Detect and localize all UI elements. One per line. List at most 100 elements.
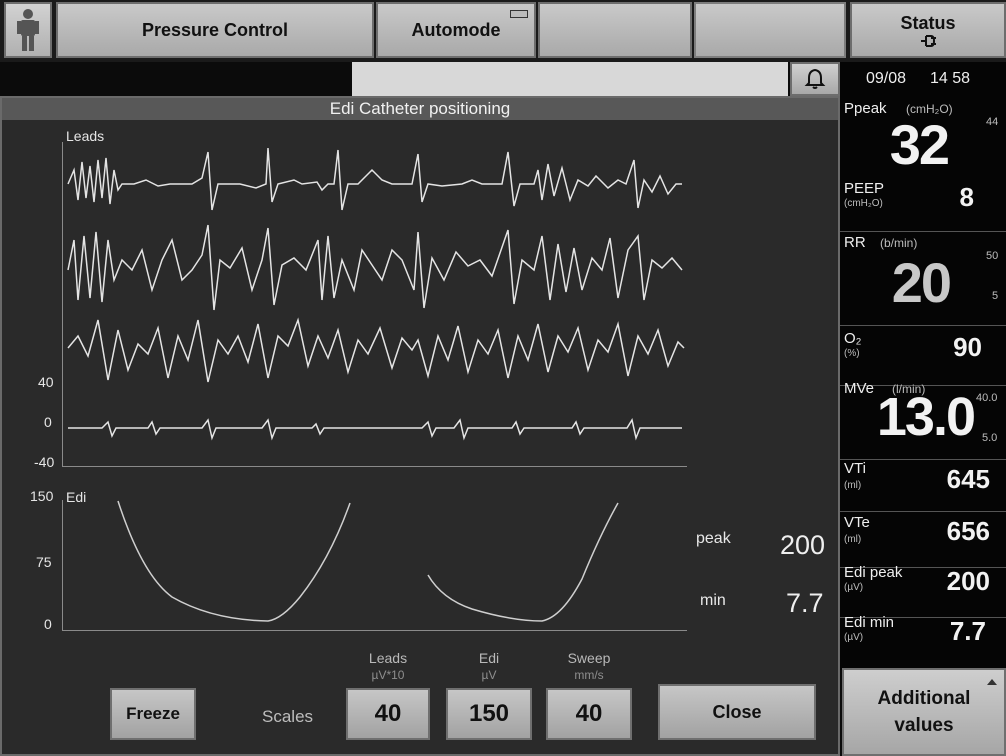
freeze-label: Freeze (126, 704, 180, 723)
side-edi-min-value: 7.7 (949, 616, 986, 646)
vte-value: 656 (946, 516, 990, 546)
o2-label: O₂ (844, 330, 862, 347)
scale-sweep-head: Sweep (567, 650, 611, 666)
o2-value: 90 (953, 332, 982, 362)
o2-unit: (%) (844, 348, 860, 359)
ppeak-label: Ppeak (844, 100, 887, 117)
leads-waveforms (67, 147, 685, 441)
scale-sweep-value: 40 (575, 700, 603, 727)
mve-box: MVe (l/min) 40.0 13.0 5.0 (840, 380, 1006, 460)
mve-label: MVe (844, 380, 875, 397)
vte-label: VTe (844, 514, 870, 531)
close-button[interactable]: Close (658, 684, 816, 740)
vte-unit: (ml) (844, 534, 862, 545)
leads-axis-top: 40 (38, 374, 54, 390)
scale-edi-head: Edi (478, 650, 500, 666)
dialog-title-text: Edi Catheter positioning (329, 99, 511, 118)
side-edi-min-unit: (µV) (844, 632, 864, 643)
lead-4-waveform (68, 418, 682, 441)
mve-limit-high: 40.0 (976, 392, 998, 404)
vti-value: 645 (946, 464, 990, 494)
additional-values-label: Additional values (878, 685, 971, 739)
expand-up-icon (987, 679, 997, 685)
person-icon (17, 9, 39, 51)
date: 09/08 (866, 70, 907, 87)
lead-2-waveform (67, 224, 683, 311)
peep-unit: (cmH₂O) (844, 198, 883, 209)
edi-waveform-area (117, 500, 619, 622)
plug-icon (921, 34, 936, 47)
scale-leads-head: Leads (368, 650, 408, 666)
side-edi-peak-value: 200 (946, 566, 990, 596)
scale-sweep-unit: mm/s (574, 668, 604, 682)
edi-waveform-1 (117, 500, 351, 622)
scale-leads-value: 40 (374, 700, 402, 727)
mve-value: 13.0 (876, 387, 976, 447)
leads-axis-bottom: -40 (34, 454, 55, 470)
rr-unit: (b/min) (880, 236, 918, 250)
bell-icon (804, 68, 826, 89)
scale-leads-unit: µV*10 (371, 668, 405, 682)
freeze-button[interactable]: Freeze (110, 688, 196, 740)
ppeak-value: 32 (889, 113, 950, 176)
edi-axis-top: 150 (30, 488, 54, 504)
message-bar (352, 62, 788, 96)
automode-label: Automode (411, 19, 501, 40)
scale-edi-button[interactable]: 150 (446, 688, 532, 740)
edi-min-value: 7.7 (786, 588, 824, 618)
additional-values-button[interactable]: Additional values (842, 668, 1006, 756)
automode-indicator (510, 10, 528, 18)
patient-category-button[interactable] (4, 2, 52, 58)
rr-value: 20 (891, 251, 952, 314)
edi-min-label: min (700, 592, 726, 609)
close-label: Close (712, 701, 762, 722)
edi-min-box: Edi min (µV) 7.7 (840, 614, 1006, 670)
side-edi-peak-label: Edi peak (844, 564, 903, 581)
rr-limit-low: 5 (992, 290, 999, 302)
ppeak-box: Ppeak (cmH₂O) 44 32 (840, 100, 1006, 178)
edi-axis-mid: 75 (36, 554, 52, 570)
ventilation-mode-button[interactable]: Pressure Control (56, 2, 374, 58)
side-edi-min-label: Edi min (844, 614, 895, 631)
rr-limit-high: 50 (986, 250, 999, 262)
edi-axis-bottom: 0 (44, 616, 52, 632)
leads-axis-mid: 0 (44, 414, 52, 430)
ventilation-mode-label: Pressure Control (141, 19, 289, 40)
vti-label: VTi (844, 460, 866, 477)
status-button[interactable]: Status (850, 2, 1006, 58)
blank-top-button[interactable] (538, 2, 692, 58)
dialog-title: Edi Catheter positioning (2, 98, 838, 120)
peep-label: PEEP (844, 180, 885, 197)
scale-edi-value: 150 (468, 700, 510, 727)
o2-box: O₂ (%) 90 (840, 326, 1006, 386)
edi-waveform-2 (427, 502, 619, 622)
alarm-button[interactable] (790, 62, 840, 96)
vte-box: VTe (ml) 656 (840, 512, 1006, 568)
datetime: 09/08 14 58 (840, 62, 1006, 100)
ppeak-limit-high: 44 (986, 116, 999, 128)
peep-box: PEEP (cmH₂O) 8 (840, 178, 1006, 232)
lead-3-waveform (67, 317, 685, 383)
automode-button[interactable]: Automode (376, 2, 536, 58)
rr-box: RR (b/min) 50 20 5 (840, 232, 1006, 326)
peep-value: 8 (959, 182, 974, 212)
parameter-panel: 09/08 14 58 Ppeak (cmH₂O) 44 32 PEEP (cm… (840, 62, 1006, 670)
additional-values-line2: values (894, 715, 954, 736)
additional-values-line1: Additional (877, 688, 971, 709)
status-label: Status (900, 12, 956, 33)
lead-1-waveform (67, 147, 682, 211)
scale-sweep-button[interactable]: 40 (546, 688, 632, 740)
edi-peak-value: 200 (780, 530, 826, 560)
vti-box: VTi (ml) 645 (840, 460, 1006, 512)
side-edi-peak-unit: (µV) (844, 582, 864, 593)
blank-top-button-2[interactable] (694, 2, 846, 58)
vti-unit: (ml) (844, 480, 862, 491)
edi-peak-box: Edi peak (µV) 200 (840, 564, 1006, 618)
mve-limit-low: 5.0 (982, 432, 998, 444)
scales-label: Scales (262, 707, 314, 726)
scale-edi-unit: µV (481, 668, 497, 682)
rr-label: RR (844, 234, 866, 251)
scale-leads-button[interactable]: 40 (346, 688, 430, 740)
edi-peak-label: peak (696, 530, 731, 547)
time: 14 58 (930, 70, 971, 87)
